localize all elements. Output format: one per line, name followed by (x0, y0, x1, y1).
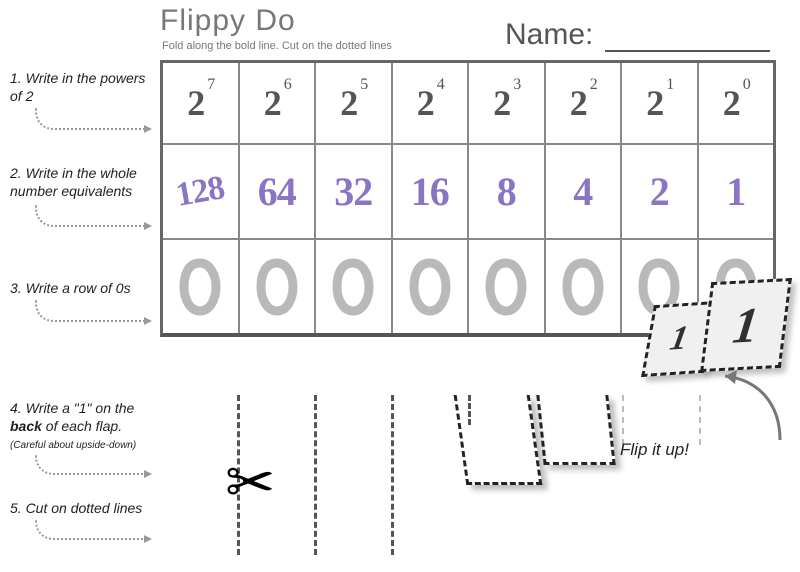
power-base: 2 (723, 82, 741, 124)
power-exp: 1 (666, 76, 674, 94)
cut-line (391, 395, 394, 555)
instruction-4-note: (Careful about upside-down) (10, 440, 136, 451)
power-cell: 20 (697, 63, 774, 143)
leader-arrow-5 (35, 520, 150, 540)
equiv-value: 64 (258, 168, 296, 215)
row-powers: 27 26 25 24 23 22 21 20 (163, 63, 773, 143)
flap-one-small: 1 (667, 319, 691, 358)
flap-one-big: 1 (730, 295, 762, 354)
equiv-cell: 128 (163, 145, 238, 238)
power-cell: 23 (467, 63, 544, 143)
equiv-value: 32 (334, 168, 372, 215)
equiv-value: 1 (726, 168, 745, 215)
power-exp: 7 (207, 76, 215, 94)
equiv-value: 16 (411, 168, 449, 215)
row-equivalents: 128 64 32 16 8 4 2 1 (163, 143, 773, 238)
power-cell: 21 (620, 63, 697, 143)
flippy-grid: 27 26 25 24 23 22 21 20 128 64 32 16 8 4… (160, 60, 776, 337)
power-base: 2 (493, 82, 511, 124)
zero-cell (467, 240, 544, 333)
zero-cell (391, 240, 468, 333)
power-base: 2 (417, 82, 435, 124)
name-line[interactable] (605, 50, 770, 52)
power-exp: 4 (437, 76, 445, 94)
instruction-4: 4. Write a "1" on the back of each flap.… (10, 400, 155, 453)
cut-line (314, 395, 317, 555)
equiv-cell: 16 (391, 145, 468, 238)
equiv-cell: 2 (620, 145, 697, 238)
scissors-icon: ✂ (225, 448, 275, 518)
equiv-cell: 64 (238, 145, 315, 238)
instruction-5: 5. Cut on dotted lines (10, 500, 155, 518)
leader-arrow-1 (35, 108, 150, 130)
power-base: 2 (264, 82, 282, 124)
flap-card-up: 1 (700, 278, 792, 372)
power-cell: 24 (391, 63, 468, 143)
power-cell: 25 (314, 63, 391, 143)
zero-cell (544, 240, 621, 333)
equiv-value: 8 (497, 168, 516, 215)
zero-cell (163, 240, 238, 333)
leader-arrow-4 (35, 455, 150, 475)
zero-cell (238, 240, 315, 333)
equiv-cell: 1 (697, 145, 774, 238)
power-exp: 0 (743, 76, 751, 94)
page-title: Flippy Do (160, 4, 296, 38)
power-base: 2 (340, 82, 358, 124)
page-subtitle: Fold along the bold line. Cut on the dot… (162, 40, 392, 52)
instruction-3: 3. Write a row of 0s (10, 280, 155, 298)
instruction-1: 1. Write in the powers of 2 (10, 70, 155, 105)
flap-outline (454, 395, 543, 485)
power-exp: 2 (590, 76, 598, 94)
equiv-value: 128 (173, 169, 227, 215)
power-base: 2 (570, 82, 588, 124)
flip-arrow-icon (705, 370, 785, 450)
instruction-2: 2. Write in the whole number equivalents (10, 165, 155, 200)
power-base: 2 (187, 82, 205, 124)
power-exp: 5 (360, 76, 368, 94)
equiv-value: 4 (573, 168, 592, 215)
leader-arrow-2 (35, 205, 150, 227)
name-label: Name: (505, 18, 593, 52)
flap-outline (536, 395, 615, 465)
leader-arrow-3 (35, 300, 150, 322)
instruction-4c: of each flap. (42, 418, 122, 434)
power-cell: 22 (544, 63, 621, 143)
cut-line (699, 395, 701, 445)
power-cell: 27 (163, 63, 238, 143)
instruction-4b: back (10, 418, 42, 434)
power-exp: 6 (284, 76, 292, 94)
zero-cell (314, 240, 391, 333)
equiv-cell: 8 (467, 145, 544, 238)
equiv-value: 2 (650, 168, 669, 215)
flip-up-label: Flip it up! (620, 440, 689, 460)
power-cell: 26 (238, 63, 315, 143)
power-exp: 3 (513, 76, 521, 94)
equiv-cell: 32 (314, 145, 391, 238)
equiv-cell: 4 (544, 145, 621, 238)
cut-line (622, 395, 624, 445)
power-base: 2 (646, 82, 664, 124)
instruction-4a: 4. Write a "1" on the (10, 400, 134, 416)
